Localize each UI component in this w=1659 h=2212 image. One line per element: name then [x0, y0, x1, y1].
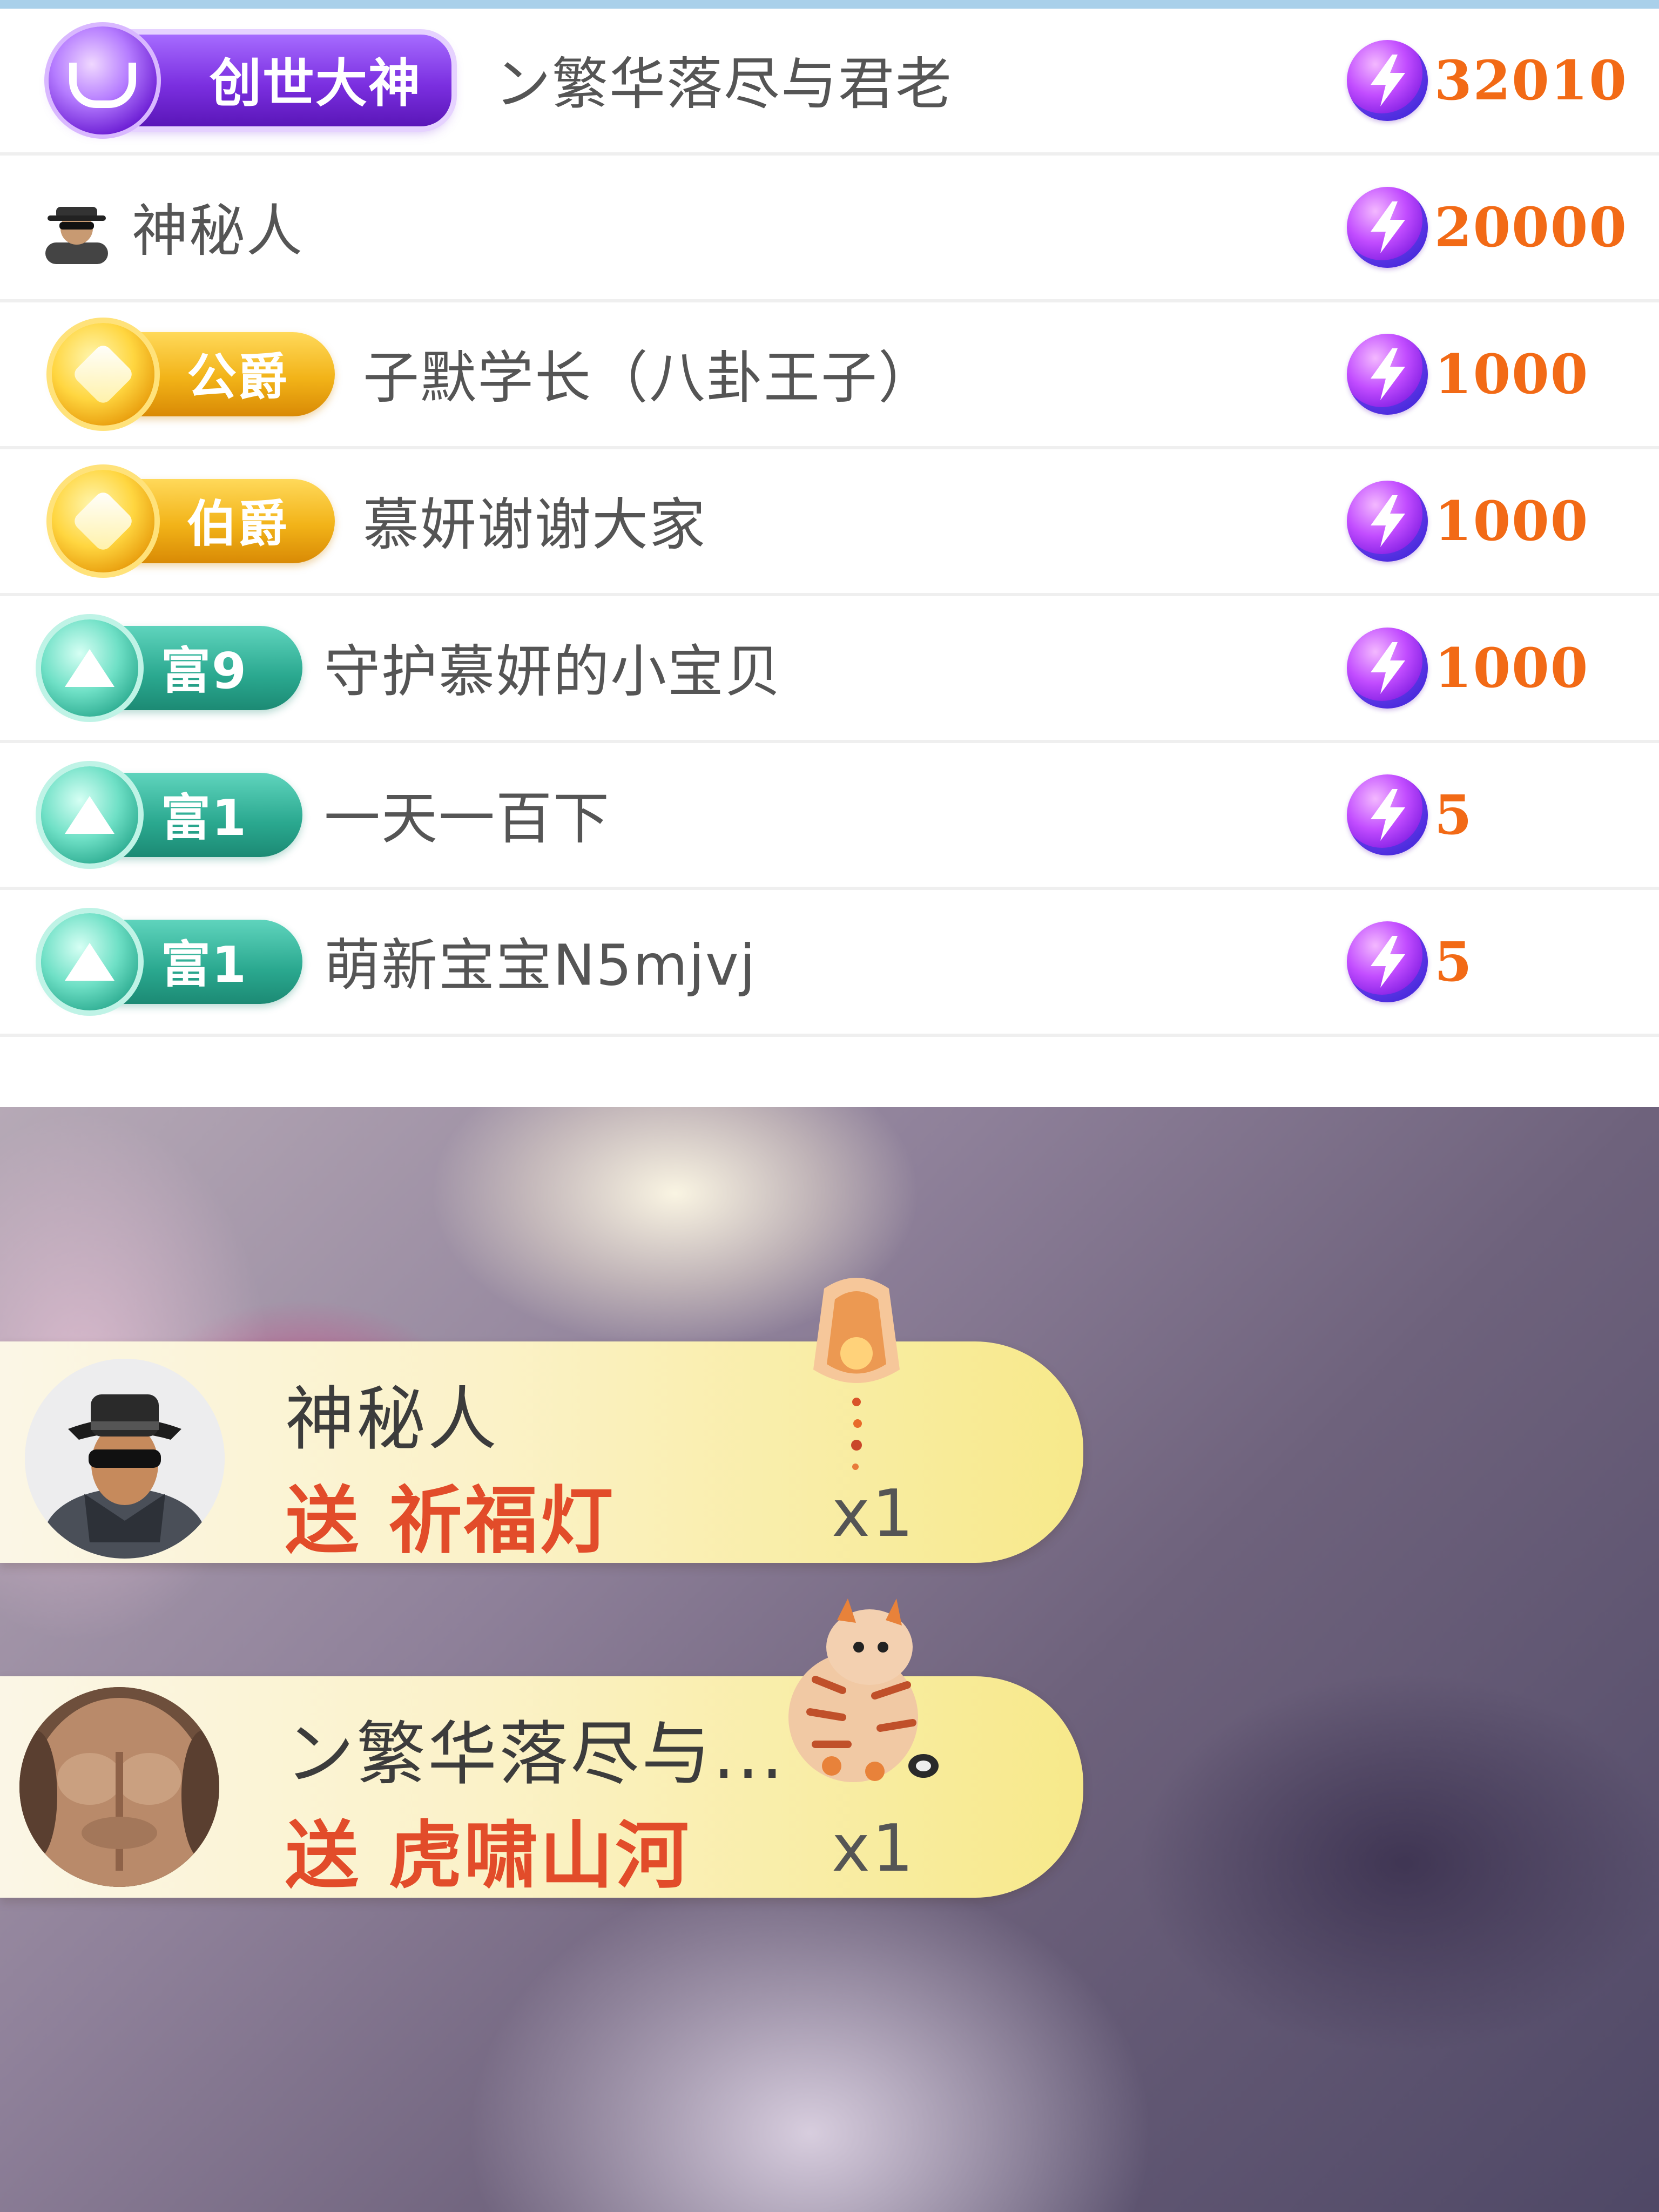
- lightning-coin-icon: [1347, 921, 1428, 1002]
- amount-value: 5: [1434, 783, 1473, 847]
- live-stream-background: 神秘人 送 祈福灯 x1 ン繁华落尽与... 送 虎啸山河 x1: [0, 1107, 1659, 2212]
- contribution-amount: 5: [1347, 774, 1473, 855]
- ranking-row[interactable]: 神秘人 20000: [0, 156, 1659, 302]
- gift-name: 祈福灯: [388, 1479, 616, 1564]
- amount-value: 5: [1434, 930, 1473, 994]
- level-badge-wealth: 富1: [41, 766, 302, 864]
- level-badge-wealth: 富1: [41, 913, 302, 1010]
- top-strip: [0, 0, 1659, 9]
- gift-sender-name: 神秘人: [285, 1379, 500, 1460]
- contribution-amount: 1000: [1347, 334, 1589, 415]
- lightning-coin-icon: [1347, 628, 1428, 709]
- badge-label: 富1: [161, 788, 248, 847]
- lightning-coin-icon: [1347, 40, 1428, 121]
- user-name: 一天一百下: [324, 785, 611, 852]
- mystery-person-icon: [40, 191, 113, 264]
- user-name: 慕妍谢谢大家: [363, 491, 707, 558]
- user-avatar-icon: [19, 1687, 219, 1887]
- level-badge-duke: 公爵: [52, 323, 335, 426]
- badge-emblem-icon: [52, 470, 154, 572]
- gift-sender-name: ン繁华落尽与...: [285, 1714, 786, 1795]
- badge-emblem-icon: [41, 913, 138, 1010]
- contribution-amount: 5: [1347, 921, 1473, 1002]
- level-badge-creator-god: 创世大神: [49, 26, 451, 134]
- contribution-amount: 32010: [1347, 40, 1628, 121]
- ranking-row[interactable]: 伯爵 慕妍谢谢大家 1000: [0, 449, 1659, 596]
- contribution-amount: 20000: [1347, 187, 1628, 268]
- level-badge-wealth: 富9: [41, 619, 302, 717]
- badge-emblem-icon: [41, 766, 138, 864]
- amount-value: 1000: [1434, 342, 1589, 406]
- user-name: 神秘人: [132, 198, 304, 264]
- contribution-amount: 1000: [1347, 481, 1589, 562]
- gift-notification: 神秘人 送 祈福灯 x1: [0, 1341, 1083, 1564]
- lightning-coin-icon: [1347, 774, 1428, 855]
- lightning-coin-icon: [1347, 187, 1428, 268]
- badge-emblem-icon: [49, 26, 157, 134]
- user-name: ン繁华落尽与君老: [495, 51, 953, 117]
- user-name: 守护慕妍的小宝贝: [324, 638, 783, 705]
- mystery-person-icon: [25, 1359, 225, 1559]
- send-label: 送: [285, 1813, 361, 1899]
- gift-description: 送 虎啸山河: [285, 1796, 691, 1903]
- badge-emblem-icon: [41, 619, 138, 717]
- lightning-coin-icon: [1347, 481, 1428, 562]
- send-label: 送: [285, 1479, 361, 1564]
- ranking-row[interactable]: 富9 守护慕妍的小宝贝 1000: [0, 596, 1659, 743]
- gift-count: x1: [832, 1811, 916, 1886]
- user-name: 萌新宝宝N5mjvj: [324, 932, 757, 999]
- badge-label: 创世大神: [210, 53, 421, 114]
- ranking-row[interactable]: 富1 一天一百下 5: [0, 743, 1659, 890]
- badge-emblem-icon: [52, 323, 154, 426]
- amount-value: 1000: [1434, 489, 1589, 553]
- ranking-row[interactable]: 创世大神 ン繁华落尽与君老 32010: [0, 9, 1659, 156]
- badge-label: 富9: [161, 642, 248, 700]
- tiger-gift-icon: [756, 1588, 950, 1793]
- lightning-coin-icon: [1347, 334, 1428, 415]
- user-name: 子默学长（八卦王子）: [363, 345, 936, 411]
- gift-description: 送 祈福灯: [285, 1461, 615, 1568]
- contribution-amount: 1000: [1347, 628, 1589, 709]
- ranking-row[interactable]: 公爵 子默学长（八卦王子） 1000: [0, 302, 1659, 449]
- badge-label: 公爵: [187, 348, 289, 406]
- ranking-row[interactable]: 富1 萌新宝宝N5mjvj 5: [0, 890, 1659, 1037]
- level-badge-earl: 伯爵: [52, 470, 335, 572]
- prayer-lantern-icon: [797, 1272, 916, 1488]
- amount-value: 1000: [1434, 636, 1589, 700]
- badge-label: 伯爵: [187, 495, 289, 553]
- amount-value: 32010: [1434, 49, 1628, 112]
- badge-label: 富1: [161, 935, 248, 994]
- contribution-ranking-list: 创世大神 ン繁华落尽与君老 32010 神秘人 20000 公爵 子默学长（八卦…: [0, 9, 1659, 1107]
- gift-name: 虎啸山河: [388, 1813, 691, 1899]
- amount-value: 20000: [1434, 195, 1628, 259]
